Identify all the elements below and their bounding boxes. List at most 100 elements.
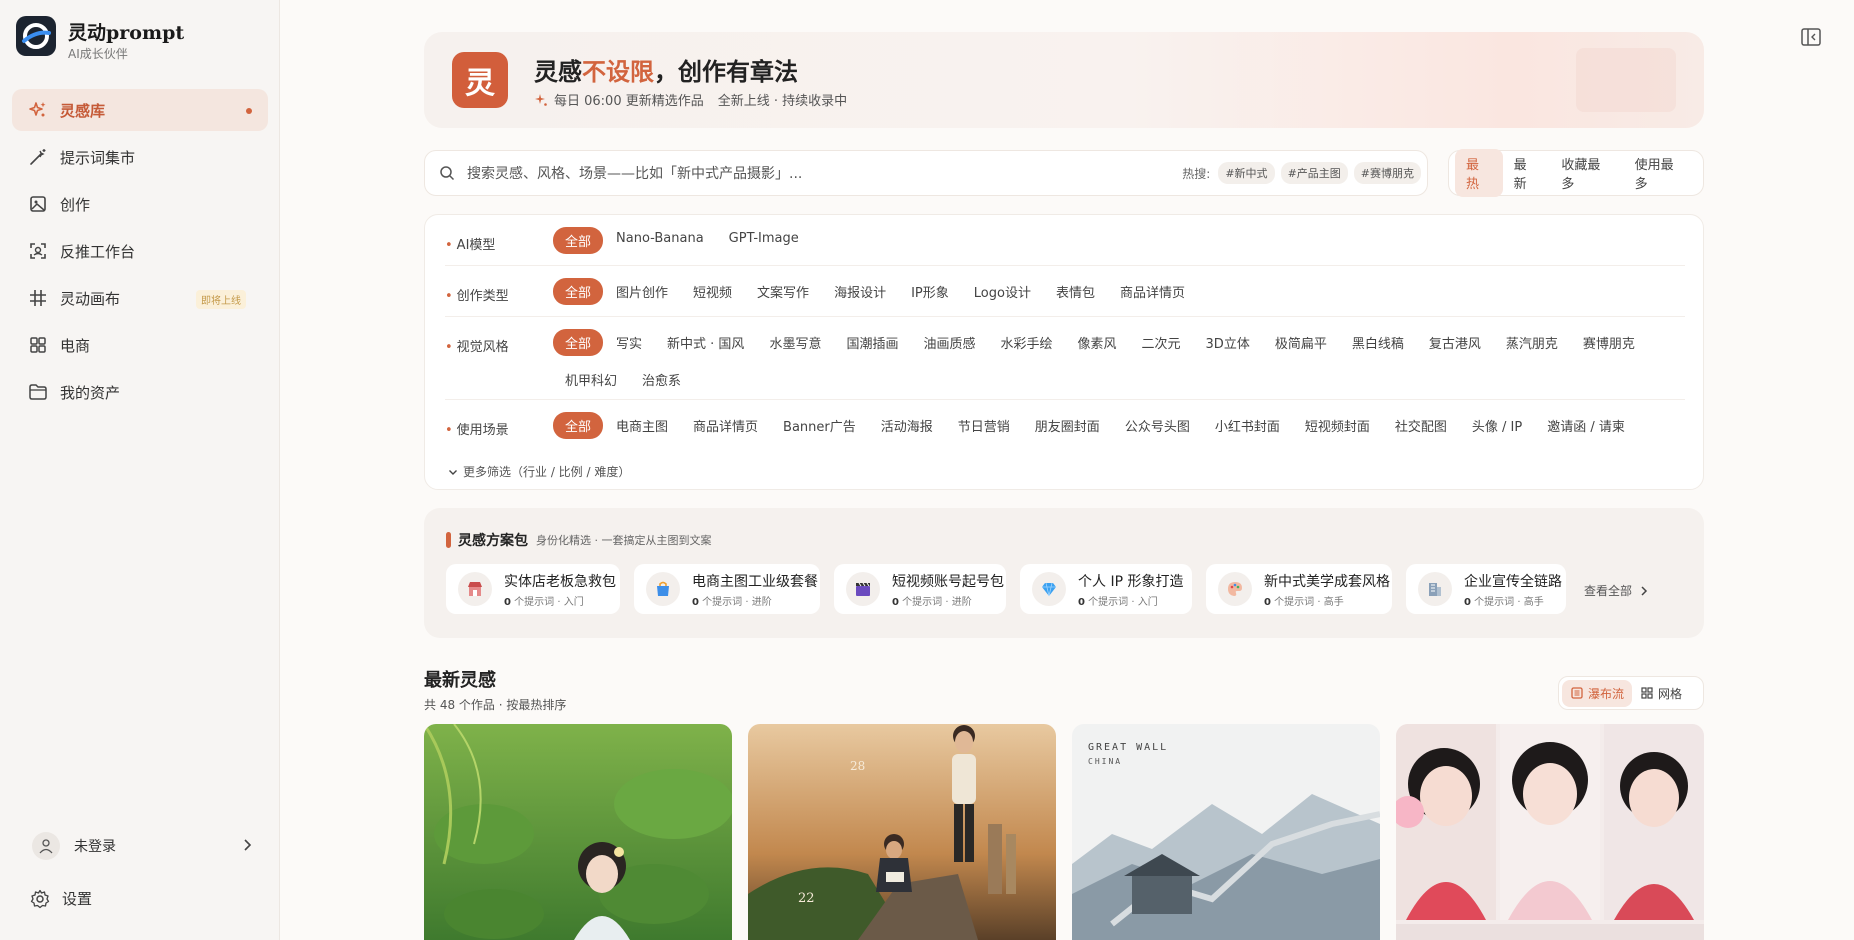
chip[interactable]: 极简扁平 [1263, 329, 1339, 356]
chip[interactable]: 赛博朋克 [1571, 329, 1647, 356]
hot-tag[interactable]: #赛博朋克 [1353, 162, 1421, 184]
nav-item-prompt-market[interactable]: 提示词集市 [12, 136, 268, 178]
chip[interactable]: 黑白线稿 [1340, 329, 1416, 356]
pack-card[interactable]: 短视频账号起号包 0 个提示词 · 进阶 [834, 564, 1006, 614]
folder-icon [29, 384, 47, 400]
chip[interactable]: 蒸汽朋克 [1494, 329, 1570, 356]
chip[interactable]: 文案写作 [745, 278, 821, 305]
chip-all[interactable]: 全部 [553, 412, 604, 439]
nav-item-ecommerce[interactable]: 电商 [12, 324, 268, 366]
chip[interactable]: 机甲科幻 [553, 366, 629, 393]
sidebar: 灵动prompt AI成长伙伴 灵感库 提示词集市 创作 反推工作台 灵动画布 … [0, 0, 280, 940]
chip[interactable]: 活动海报 [869, 412, 945, 439]
sort-most-saved[interactable]: 收藏最多 [1550, 149, 1623, 197]
chip[interactable]: 写实 [604, 329, 654, 356]
chip[interactable]: 社交配图 [1383, 412, 1459, 439]
scan-icon [30, 243, 46, 259]
pack-card[interactable]: 新中式美学成套风格 0 个提示词 · 高手 [1206, 564, 1392, 614]
chip[interactable]: 短视频 [681, 278, 744, 305]
chip[interactable]: 新中式 · 国风 [655, 329, 756, 356]
chip[interactable]: 3D立体 [1194, 329, 1262, 356]
chip[interactable]: 国潮插画 [834, 329, 910, 356]
chip[interactable]: 头像 / IP [1460, 412, 1534, 439]
chip-all[interactable]: 全部 [553, 278, 604, 305]
chip[interactable]: Logo设计 [962, 278, 1043, 305]
more-filters-toggle[interactable]: 更多筛选（行业 / 比例 / 难度） [447, 463, 630, 480]
settings-button[interactable]: 设置 [30, 888, 92, 909]
pack-card[interactable]: 电商主图工业级套餐 0 个提示词 · 进阶 [634, 564, 820, 614]
chip[interactable]: 图片创作 [604, 278, 680, 305]
sort-hottest[interactable]: 最热 [1455, 149, 1503, 197]
chip[interactable]: 像素风 [1066, 329, 1129, 356]
chip[interactable]: 水墨写意 [757, 329, 833, 356]
chip[interactable]: 表情包 [1044, 278, 1107, 305]
waterfall-view-button[interactable]: 瀑布流 [1562, 679, 1633, 707]
filter-label: 使用场景 [445, 419, 509, 438]
filter-chips: 全部 电商主图 商品详情页 Banner广告 活动海报 节日营销 朋友圈封面 公… [553, 412, 1673, 439]
inspiration-card[interactable] [424, 724, 732, 940]
search-input[interactable]: 搜索灵感、风格、场景——比如「新中式产品摄影」... [467, 163, 1182, 183]
app-logo[interactable] [16, 16, 56, 56]
view-all-link[interactable]: 查看全部 [1584, 582, 1650, 599]
user-login-row[interactable]: 未登录 [16, 826, 264, 866]
nav-label: 灵动画布 [60, 289, 121, 308]
chip[interactable]: 海报设计 [822, 278, 898, 305]
great-wall-thumbnail: GREAT WALL CHINA [1072, 724, 1380, 940]
chip[interactable]: 油画质感 [911, 329, 987, 356]
chip[interactable]: 商品详情页 [1108, 278, 1197, 305]
chip[interactable]: 朋友圈封面 [1023, 412, 1112, 439]
chip[interactable]: 水彩手绘 [988, 329, 1064, 356]
pack-card[interactable]: 个人 IP 形象打造 0 个提示词 · 入门 [1020, 564, 1192, 614]
hash-icon [30, 290, 46, 306]
inspiration-card[interactable] [1396, 724, 1704, 940]
avatar [32, 832, 60, 860]
chip[interactable]: 邀请函 / 请柬 [1535, 412, 1637, 439]
view-all-label: 查看全部 [1584, 584, 1633, 598]
chip[interactable]: 公众号头图 [1113, 412, 1202, 439]
chip[interactable]: 治愈系 [630, 366, 693, 393]
chip[interactable]: 小红书封面 [1203, 412, 1292, 439]
chip[interactable]: 复古港风 [1417, 329, 1493, 356]
divider [445, 265, 1685, 266]
chip[interactable]: 节日营销 [946, 412, 1022, 439]
settings-label: 设置 [62, 890, 93, 908]
nav-item-reverse-workbench[interactable]: 反推工作台 [12, 230, 268, 272]
filter-chips: 全部 写实 新中式 · 国风 水墨写意 国潮插画 油画质感 水彩手绘 像素风 二… [553, 329, 1673, 393]
pack-meta: 0 个提示词 · 进阶 [692, 596, 772, 608]
search-bar[interactable]: 搜索灵感、风格、场景——比如「新中式产品摄影」... 热搜: #新中式 #产品主… [424, 150, 1428, 196]
pack-name: 企业宣传全链路 [1464, 573, 1562, 590]
hot-tag[interactable]: #产品主图 [1280, 162, 1348, 184]
sort-group: 最热 最新 收藏最多 使用最多 [1448, 149, 1704, 197]
chip[interactable]: GPT-Image [717, 227, 811, 254]
main-nav: 灵感库 提示词集市 创作 反推工作台 灵动画布 即将上线 电商 我的资产 [12, 89, 268, 418]
hot-tag[interactable]: #新中式 [1218, 162, 1275, 184]
pack-card[interactable]: 实体店老板急救包 0 个提示词 · 入门 [446, 564, 620, 614]
inspiration-card[interactable]: GREAT WALL CHINA [1072, 724, 1380, 940]
chip[interactable]: 电商主图 [604, 412, 680, 439]
status-text: 全新上线 · 持续收录中 [717, 94, 848, 109]
filter-label: AI模型 [445, 234, 496, 253]
chip-all[interactable]: 全部 [553, 227, 604, 254]
nav-item-create[interactable]: 创作 [12, 183, 268, 225]
chip[interactable]: 二次元 [1130, 329, 1193, 356]
chip[interactable]: IP形象 [899, 278, 961, 305]
chip[interactable]: 短视频封面 [1293, 412, 1382, 439]
sort-newest[interactable]: 最新 [1503, 149, 1551, 197]
chip[interactable]: Nano-Banana [604, 227, 716, 254]
pack-name: 实体店老板急救包 [504, 573, 616, 590]
sparkles-icon [29, 102, 46, 117]
grid-view-button[interactable]: 网格 [1632, 680, 1690, 707]
nav-item-canvas[interactable]: 灵动画布 即将上线 [12, 277, 268, 319]
chip-all[interactable]: 全部 [553, 329, 604, 356]
collapse-sidebar-icon[interactable] [1800, 26, 1822, 48]
inspiration-card[interactable]: 28 22 [748, 724, 1056, 940]
coming-soon-badge: 即将上线 [196, 290, 246, 309]
chevron-right-icon [244, 839, 252, 851]
pack-card[interactable]: 企业宣传全链路 0 个提示词 · 高手 [1406, 564, 1566, 614]
portrait-collage-thumbnail [1396, 724, 1704, 940]
sort-most-used[interactable]: 使用最多 [1624, 149, 1697, 197]
chip[interactable]: 商品详情页 [681, 412, 770, 439]
chip[interactable]: Banner广告 [771, 412, 868, 439]
nav-item-inspiration[interactable]: 灵感库 [12, 89, 268, 131]
nav-item-my-assets[interactable]: 我的资产 [12, 371, 268, 413]
